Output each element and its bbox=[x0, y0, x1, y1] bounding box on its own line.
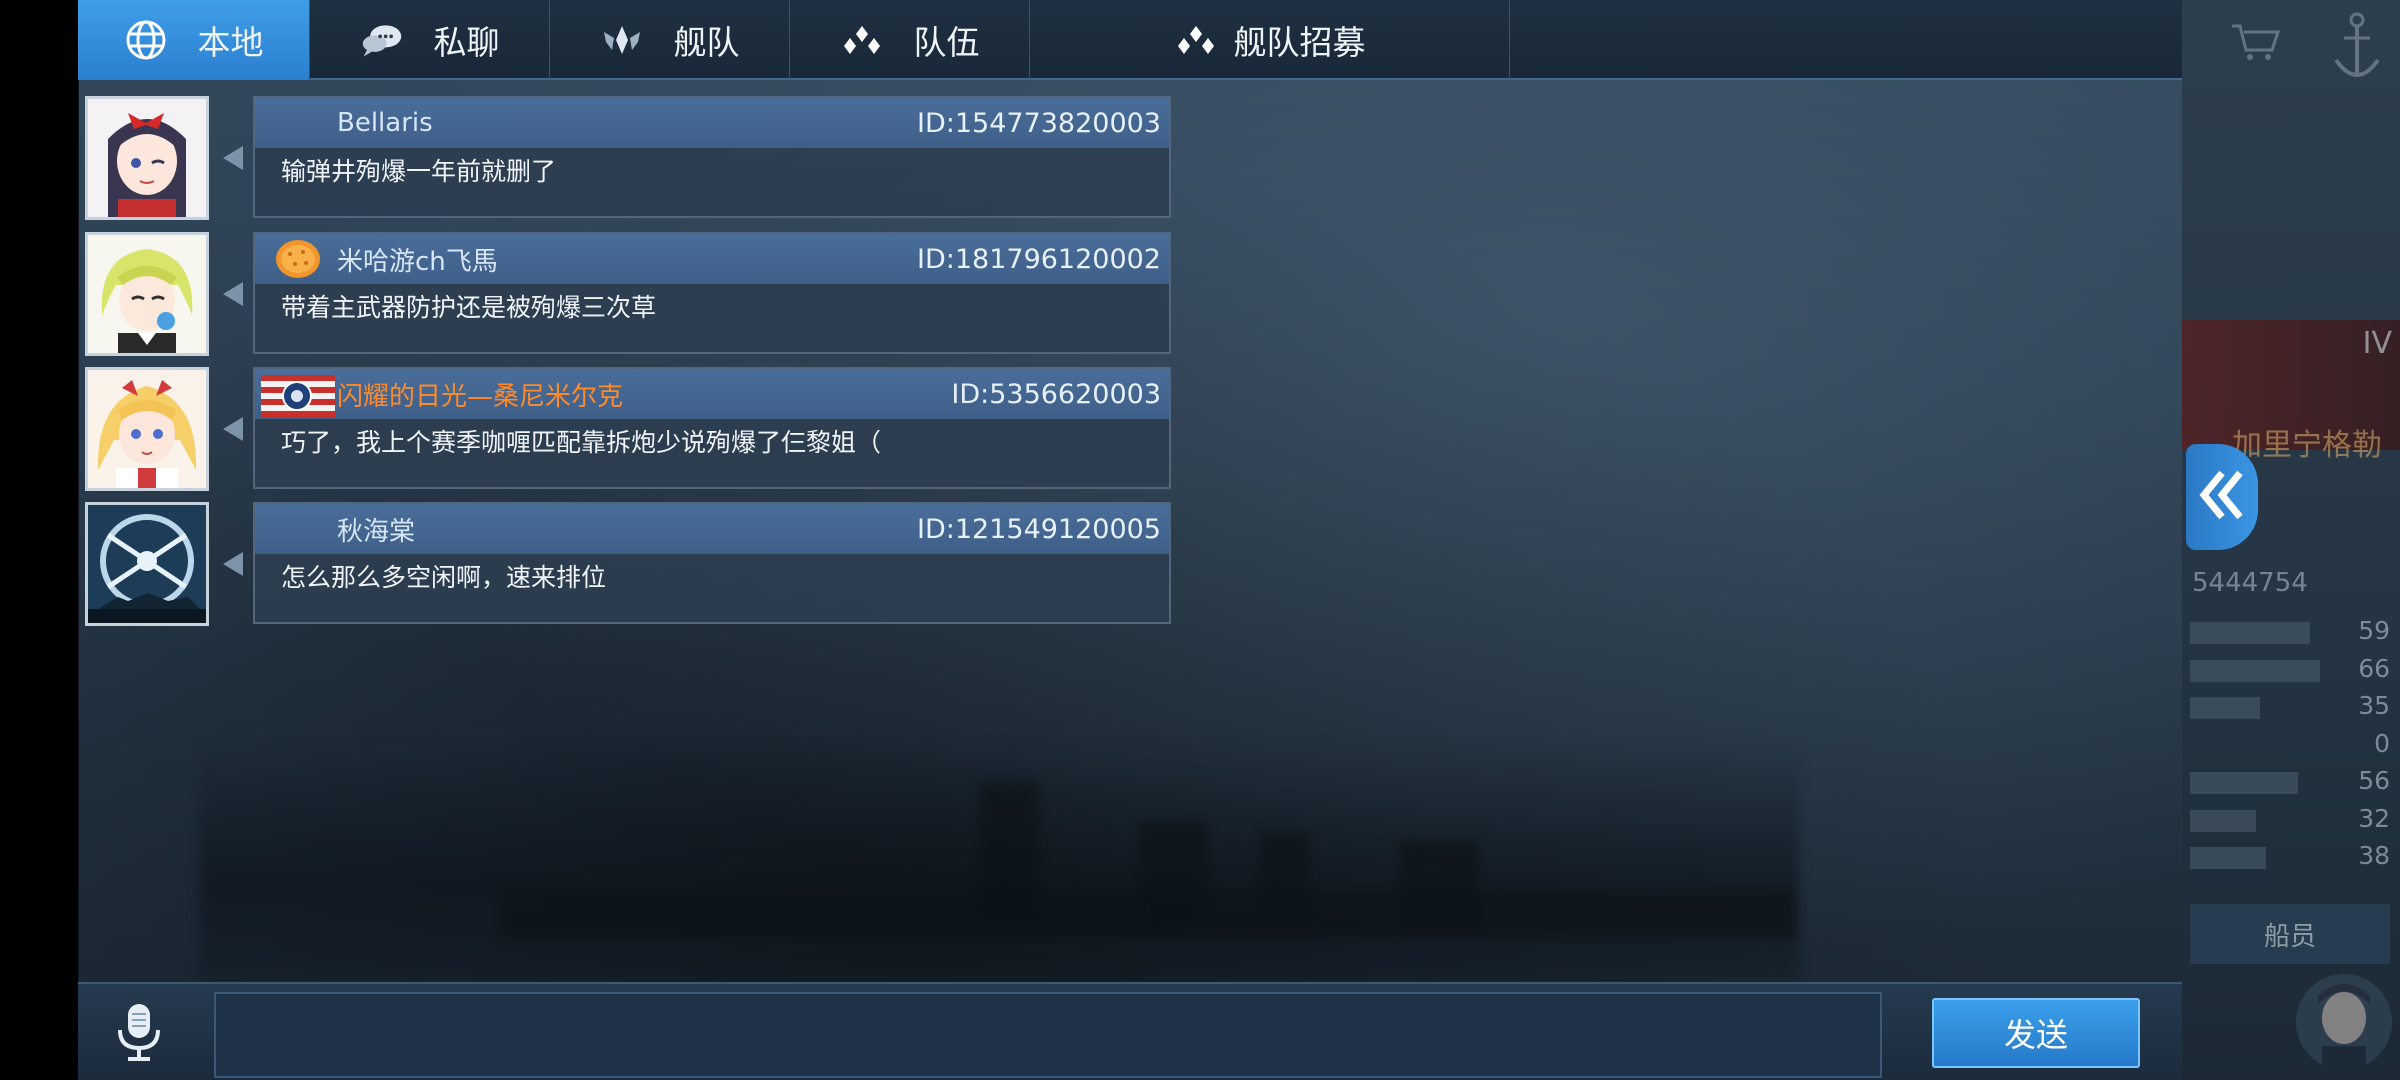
send-button[interactable]: 发送 bbox=[1932, 998, 2140, 1068]
sender-name[interactable]: Bellaris bbox=[337, 108, 433, 138]
chat-composer: 发送 bbox=[78, 982, 2182, 1080]
bubble-pointer bbox=[223, 282, 243, 306]
sender-name[interactable]: 秋海棠 bbox=[337, 511, 415, 548]
chat-bubble-icon bbox=[360, 18, 404, 62]
message-bubble: 秋海棠 ID:121549120005 怎么那么多空闲啊，速来排位 bbox=[253, 502, 1171, 624]
captain-portrait bbox=[2294, 968, 2394, 1076]
tab-fleet-label: 舰队 bbox=[673, 23, 740, 62]
stat-row: 0 bbox=[2374, 728, 2390, 758]
globe-icon bbox=[124, 18, 168, 62]
message-bubble: 闪耀的日光—桑尼米尔克 ID:5356620003 巧了，我上个赛季咖喱匹配靠拆… bbox=[253, 367, 1171, 489]
chat-message: Bellaris ID:154773820003 输弹井殉爆一年前就删了 bbox=[85, 96, 1175, 221]
message-text: 巧了，我上个赛季咖喱匹配靠拆炮少说殉爆了仨黎姐（ bbox=[281, 428, 882, 457]
message-text: 怎么那么多空闲啊，速来排位 bbox=[281, 563, 607, 592]
tab-fleet-recruit[interactable]: 舰队招募 bbox=[1030, 0, 1510, 80]
stat-row: 59 bbox=[2182, 614, 2400, 652]
tab-local-label: 本地 bbox=[197, 23, 264, 62]
anchor-icon bbox=[2332, 10, 2382, 90]
chat-tab-bar: 本地 私聊 舰队 队伍 舰队招募 bbox=[78, 0, 2182, 80]
bubble-pointer bbox=[223, 417, 243, 441]
message-header: Bellaris ID:154773820003 bbox=[255, 98, 1169, 148]
message-header: 闪耀的日光—桑尼米尔克 ID:5356620003 bbox=[255, 369, 1169, 419]
sender-name[interactable]: 米哈游ch飞馬 bbox=[337, 241, 498, 278]
chat-message-input[interactable] bbox=[214, 992, 1882, 1078]
us-flag-badge-icon bbox=[261, 373, 335, 417]
ship-name: 加里宁格勒 bbox=[2232, 428, 2382, 463]
ship-stats: 59 66 35 0 56 32 38 bbox=[2182, 614, 2400, 877]
message-bubble: Bellaris ID:154773820003 输弹井殉爆一年前就删了 bbox=[253, 96, 1171, 218]
stat-row: 38 bbox=[2182, 839, 2400, 877]
tier-label: IV bbox=[2362, 326, 2392, 361]
avatar[interactable] bbox=[85, 367, 209, 491]
background-ship-silhouette bbox=[199, 740, 1799, 980]
tab-local[interactable]: 本地 bbox=[78, 0, 310, 80]
crew-button: 船员 bbox=[2190, 904, 2390, 964]
message-header: 米哈游ch飞馬 ID:181796120002 bbox=[255, 234, 1169, 284]
message-text: 输弹井殉爆一年前就删了 bbox=[281, 157, 557, 186]
tab-team-label: 队伍 bbox=[913, 23, 980, 62]
microphone-icon[interactable] bbox=[114, 1002, 164, 1062]
tab-team[interactable]: 队伍 bbox=[790, 0, 1030, 80]
bubble-pointer bbox=[223, 146, 243, 170]
stat-row: 35 bbox=[2182, 689, 2400, 727]
avatar[interactable] bbox=[85, 232, 209, 356]
chat-message: 闪耀的日光—桑尼米尔克 ID:5356620003 巧了，我上个赛季咖喱匹配靠拆… bbox=[85, 367, 1175, 492]
sender-id: ID:121549120005 bbox=[917, 513, 1161, 545]
message-text: 带着主武器防护还是被殉爆三次草 bbox=[281, 293, 657, 322]
left-letterbox bbox=[0, 0, 78, 1080]
player-id: 5444754 bbox=[2192, 568, 2308, 598]
stat-row: 32 bbox=[2182, 802, 2400, 840]
team-dots-icon bbox=[840, 18, 884, 62]
shopping-cart-icon bbox=[2230, 22, 2281, 62]
team-dots-icon bbox=[1174, 18, 1218, 62]
stat-row: 56 bbox=[2182, 764, 2400, 802]
tab-recruit-label: 舰队招募 bbox=[1233, 23, 1366, 62]
message-bubble: 米哈游ch飞馬 ID:181796120002 带着主武器防护还是被殉爆三次草 bbox=[253, 232, 1171, 354]
double-chevron-left-icon bbox=[2196, 465, 2248, 529]
collapse-panel-button[interactable] bbox=[2186, 444, 2258, 550]
avatar[interactable] bbox=[85, 502, 209, 626]
sender-id: ID:181796120002 bbox=[917, 243, 1161, 275]
chat-message: 秋海棠 ID:121549120005 怎么那么多空闲啊，速来排位 bbox=[85, 502, 1175, 627]
tab-private-label: 私聊 bbox=[433, 23, 500, 62]
fleet-wings-icon bbox=[600, 18, 644, 62]
chat-message: 米哈游ch飞馬 ID:181796120002 带着主武器防护还是被殉爆三次草 bbox=[85, 232, 1175, 357]
avatar[interactable] bbox=[85, 96, 209, 220]
tab-private-chat[interactable]: 私聊 bbox=[310, 0, 550, 80]
tab-fleet[interactable]: 舰队 bbox=[550, 0, 790, 80]
sender-name[interactable]: 闪耀的日光—桑尼米尔克 bbox=[337, 376, 623, 413]
stat-row: 66 bbox=[2182, 652, 2400, 690]
orange-round-badge-icon bbox=[275, 238, 321, 280]
sender-id: ID:5356620003 bbox=[951, 378, 1161, 410]
sender-id: ID:154773820003 bbox=[917, 107, 1161, 139]
message-header: 秋海棠 ID:121549120005 bbox=[255, 504, 1169, 554]
bubble-pointer bbox=[223, 552, 243, 576]
